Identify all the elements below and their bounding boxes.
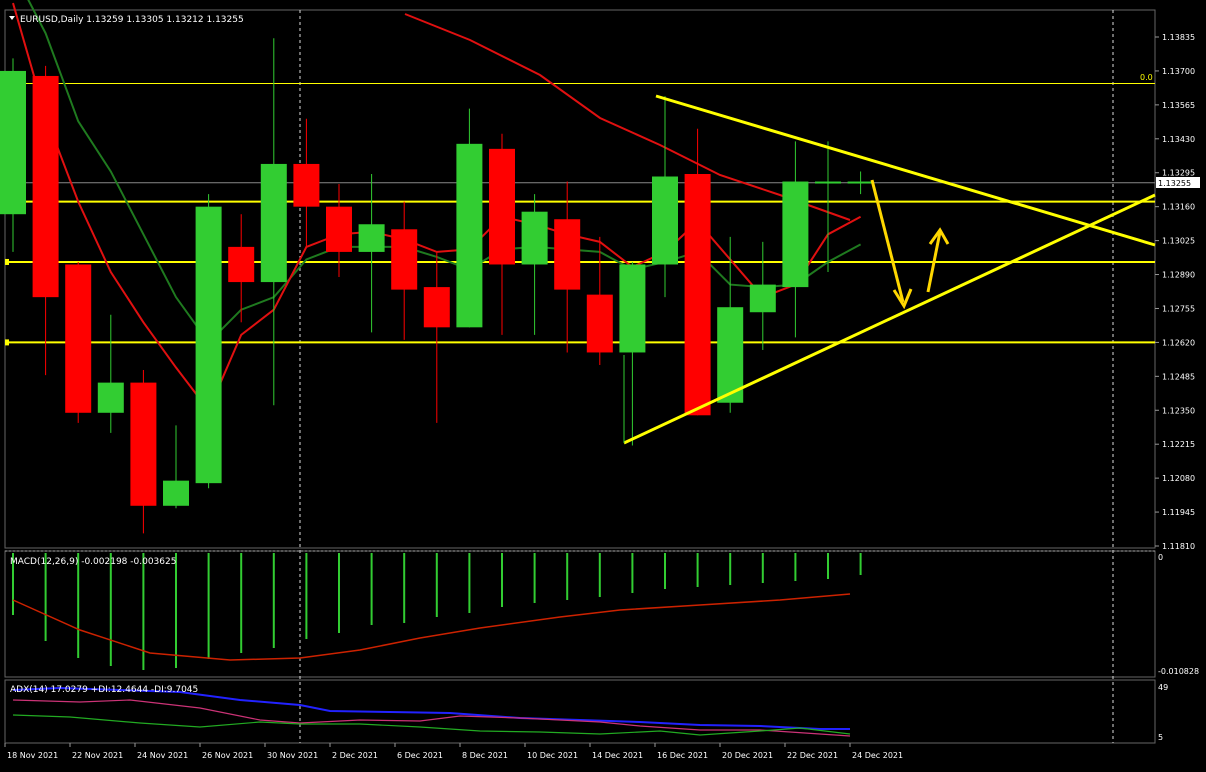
symbol-header: EURUSD,Daily 1.13259 1.13305 1.13212 1.1… — [20, 15, 244, 25]
macd-tick-label: -0.010828 — [1158, 667, 1199, 676]
price-tick-label: 1.12215 — [1162, 440, 1195, 449]
price-tick-label: 1.13295 — [1162, 169, 1195, 178]
candle-body[interactable] — [326, 206, 352, 252]
time-tick-label: 10 Dec 2021 — [527, 751, 578, 760]
price-tick-label: 1.12890 — [1162, 271, 1195, 280]
candle-body[interactable] — [749, 284, 776, 313]
time-axis: 18 Nov 2021 22 Nov 2021 24 Nov 2021 26 Nov … — [4, 743, 903, 760]
adx-tick-label: 5 — [1158, 733, 1163, 742]
current-price-label: 1.13255 — [1158, 179, 1191, 188]
time-tick-label: 22 Nov 2021 — [72, 751, 123, 760]
candle-body[interactable] — [684, 173, 711, 416]
time-tick-label: 26 Nov 2021 — [202, 751, 253, 760]
candle-body[interactable] — [489, 148, 515, 265]
candle-body[interactable] — [163, 480, 189, 506]
macd-label: MACD(12,26,9) -0.002198 -0.003625 — [10, 557, 176, 567]
time-tick-label: 30 Nov 2021 — [267, 751, 318, 760]
macd-tick-label: 0 — [1158, 553, 1163, 562]
collapse-triangle-icon[interactable] — [9, 16, 15, 20]
candle-body[interactable] — [260, 163, 287, 283]
trading-chart[interactable]: 1.13835 1.13700 1.13565 1.13430 1.13295 1.131… — [0, 0, 1206, 768]
price-tick-label: 1.12350 — [1162, 406, 1195, 415]
candle-body[interactable] — [391, 229, 418, 290]
adx-tick-label: 49 — [1158, 683, 1168, 692]
chart-svg[interactable]: 1.13835 1.13700 1.13565 1.13430 1.13295 1.131… — [0, 0, 1206, 768]
price-tick-label: 1.13835 — [1162, 33, 1195, 42]
time-tick-label: 22 Dec 2021 — [787, 751, 838, 760]
price-tick-label: 1.12080 — [1162, 474, 1195, 483]
trendline-upper[interactable] — [655, 94, 1156, 247]
price-tick-label: 1.12620 — [1162, 338, 1195, 347]
candle-body[interactable] — [293, 163, 320, 207]
candle-body[interactable] — [554, 219, 581, 290]
time-tick-label: 6 Dec 2021 — [397, 751, 443, 760]
candle-body[interactable] — [521, 211, 548, 265]
price-axis: 1.13835 1.13700 1.13565 1.13430 1.13295 1.131… — [1155, 33, 1195, 551]
candle-body[interactable] — [456, 143, 483, 328]
arrow-down-icon[interactable] — [870, 179, 905, 303]
candle-body[interactable] — [65, 264, 92, 413]
candle-body[interactable] — [847, 181, 874, 184]
time-tick-label: 24 Nov 2021 — [137, 751, 188, 760]
candle-body[interactable] — [586, 294, 613, 353]
time-tick-label: 24 Dec 2021 — [852, 751, 903, 760]
price-tick-label: 1.12485 — [1162, 372, 1195, 381]
candle-body[interactable] — [195, 206, 222, 484]
price-tick-label: 1.13430 — [1162, 135, 1195, 144]
candle-body[interactable] — [815, 181, 841, 184]
time-tick-label: 16 Dec 2021 — [657, 751, 708, 760]
price-tick-label: 1.12755 — [1162, 304, 1195, 313]
time-tick-label: 14 Dec 2021 — [592, 751, 643, 760]
minus-di-line — [12, 699, 851, 737]
candle-body[interactable] — [97, 382, 124, 413]
candle-body[interactable] — [32, 75, 59, 298]
level-handle[interactable] — [5, 258, 9, 265]
time-tick-label: 20 Dec 2021 — [722, 751, 773, 760]
price-tick-label: 1.11810 — [1162, 542, 1195, 551]
candle-body[interactable] — [358, 224, 385, 252]
price-tick-label: 1.11945 — [1162, 508, 1195, 517]
horizontal-levels[interactable] — [5, 83, 1155, 346]
candle-body[interactable] — [619, 264, 646, 353]
price-tick-label: 1.13700 — [1162, 67, 1195, 76]
candle-body[interactable] — [0, 70, 26, 215]
fib-label: 0.0 — [1140, 73, 1153, 82]
macd-panel: 0 -0.010828 — [5, 550, 1199, 676]
candle-body[interactable] — [423, 287, 450, 328]
level-handle[interactable] — [5, 339, 9, 346]
time-tick-label: 2 Dec 2021 — [332, 751, 378, 760]
candle-body[interactable] — [782, 181, 809, 288]
adx-label: ADX(14) 17.0279 +DI:12.4644 -DI:9.7045 — [10, 685, 198, 695]
time-tick-label: 8 Dec 2021 — [462, 751, 508, 760]
price-tick-label: 1.13025 — [1162, 237, 1195, 246]
candle-body[interactable] — [228, 246, 255, 283]
candle-body[interactable] — [652, 176, 678, 265]
price-tick-label: 1.13160 — [1162, 203, 1195, 212]
candle-body[interactable] — [130, 382, 157, 506]
macd-signal-line — [12, 593, 851, 661]
time-tick-label: 18 Nov 2021 — [7, 751, 58, 760]
price-tick-label: 1.13565 — [1162, 101, 1195, 110]
